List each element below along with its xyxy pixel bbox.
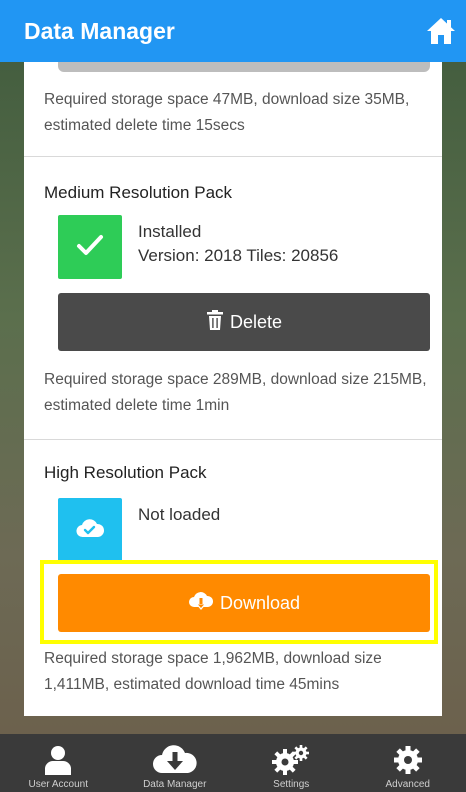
nav-label-user-account: User Account	[28, 779, 88, 790]
user-icon	[42, 742, 74, 778]
home-icon[interactable]	[422, 12, 460, 50]
checkmark-icon	[76, 233, 104, 262]
nav-user-account[interactable]: User Account	[0, 734, 117, 792]
nav-advanced[interactable]: Advanced	[350, 734, 466, 792]
medium-status-label: Installed	[138, 222, 202, 241]
nav-data-manager[interactable]: Data Manager	[117, 734, 234, 792]
download-highlight	[40, 560, 438, 644]
gear-icon	[392, 742, 424, 778]
high-status: Not loaded	[138, 505, 221, 524]
page-title: Data Manager	[24, 17, 175, 44]
nav-label-settings: Settings	[273, 779, 310, 790]
low-pack-description: Required storage space 47MB, download si…	[44, 91, 410, 134]
high-pack-description: Required storage space 1,962MB, download…	[44, 650, 382, 693]
delete-button-label: Delete	[229, 311, 283, 332]
high-pack-title: High Resolution Pack	[44, 463, 207, 482]
cloud-check-icon	[75, 517, 105, 544]
medium-status: Installed Version: 2018 Tiles: 20856	[138, 220, 338, 268]
not-loaded-status-box	[58, 498, 122, 562]
medium-pack-title: Medium Resolution Pack	[44, 183, 233, 202]
bottom-nav: User Account Data Manager Settings Advan…	[0, 734, 466, 792]
gears-icon	[271, 742, 311, 778]
nav-label-data-manager: Data Manager	[143, 779, 207, 790]
nav-settings[interactable]: Settings	[233, 734, 350, 792]
medium-pack-description: Required storage space 289MB, download s…	[44, 371, 427, 414]
nav-label-advanced: Advanced	[385, 779, 430, 790]
delete-button[interactable]: Delete	[58, 293, 430, 351]
trash-icon	[206, 309, 224, 335]
medium-resolution-section: Medium Resolution Pack Installed Version…	[24, 157, 442, 440]
medium-version: Version: 2018 Tiles: 20856	[138, 246, 339, 265]
installed-status-box	[58, 215, 122, 279]
low-pack-button[interactable]	[58, 62, 430, 72]
app-header: Data Manager	[0, 0, 466, 62]
cloud-download-icon	[152, 742, 198, 778]
low-resolution-section: Required storage space 47MB, download si…	[24, 62, 442, 157]
